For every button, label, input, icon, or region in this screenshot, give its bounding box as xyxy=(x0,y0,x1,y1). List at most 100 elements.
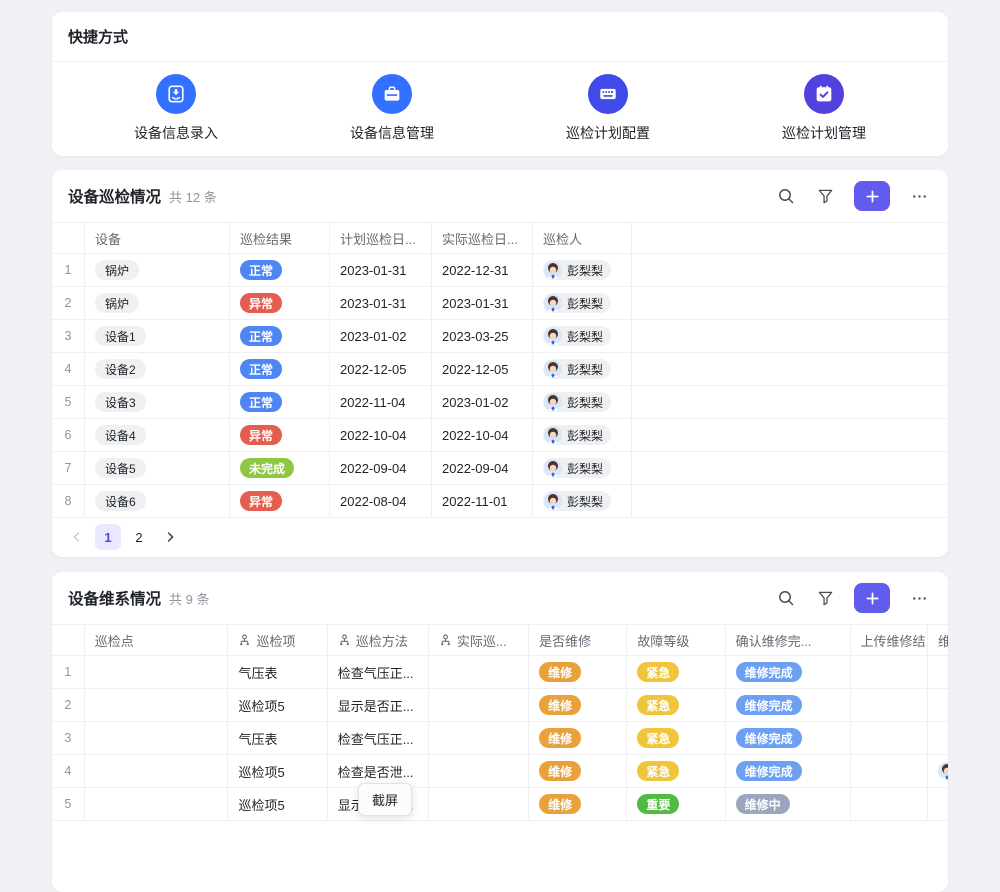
cell-point[interactable] xyxy=(85,656,229,688)
col-header-index[interactable] xyxy=(52,223,85,253)
row-number[interactable]: 5 xyxy=(52,788,85,820)
cell-plan-date[interactable]: 2023-01-02 xyxy=(330,320,432,352)
table-row[interactable]: 3 设备1 正常 2023-01-02 2023-03-25 xyxy=(52,320,948,353)
more-icon[interactable] xyxy=(906,183,932,209)
cell-item[interactable]: 气压表 xyxy=(228,656,327,688)
table-row[interactable]: 2 锅炉 异常 2023-01-31 2023-01-31 xyxy=(52,287,948,320)
cell-actual[interactable] xyxy=(429,722,529,754)
search-icon[interactable] xyxy=(773,183,799,209)
col-header-index[interactable] xyxy=(52,625,85,655)
add-record-button[interactable] xyxy=(854,583,890,613)
row-number[interactable]: 3 xyxy=(52,320,85,352)
cell-actual-date[interactable]: 2022-12-31 xyxy=(432,254,533,286)
cell-plan-date[interactable]: 2022-08-04 xyxy=(330,485,432,517)
row-number[interactable]: 1 xyxy=(52,656,85,688)
shortcut-plan-manage[interactable]: 巡检计划管理 xyxy=(716,74,932,143)
cell-upload[interactable] xyxy=(851,788,928,820)
pagination-next-icon[interactable] xyxy=(157,524,183,550)
col-header-point[interactable]: 巡检点 xyxy=(85,625,229,655)
cell-result[interactable]: 正常 xyxy=(230,353,330,385)
cell-method[interactable]: 检查气压正... xyxy=(328,722,429,754)
cell-person[interactable]: 彭梨梨 xyxy=(533,485,632,517)
cell-point[interactable] xyxy=(85,755,229,787)
cell-repair[interactable]: 维修 xyxy=(529,656,627,688)
cell-repair[interactable]: 维修 xyxy=(529,722,627,754)
pagination-prev-icon[interactable] xyxy=(64,524,90,550)
col-header-clipped[interactable]: 维 xyxy=(928,625,948,655)
cell-result[interactable]: 正常 xyxy=(230,386,330,418)
cell-actual[interactable] xyxy=(429,689,529,721)
table-row[interactable]: 6 设备4 异常 2022-10-04 2022-10-04 xyxy=(52,419,948,452)
row-number[interactable]: 4 xyxy=(52,353,85,385)
row-number[interactable]: 7 xyxy=(52,452,85,484)
cell-item[interactable]: 巡检项5 xyxy=(228,788,327,820)
cell-result[interactable]: 正常 xyxy=(230,320,330,352)
cell-actual-date[interactable]: 2022-10-04 xyxy=(432,419,533,451)
cell-item[interactable]: 气压表 xyxy=(228,722,327,754)
cell-point[interactable] xyxy=(85,689,229,721)
cell-method[interactable]: 检查气压正... xyxy=(328,656,429,688)
col-header-plan-date[interactable]: 计划巡检日... xyxy=(330,223,432,253)
table-row[interactable]: 3 气压表 检查气压正... 维修 紧急 xyxy=(52,722,948,755)
cell-actual-date[interactable]: 2023-01-31 xyxy=(432,287,533,319)
table-row[interactable]: 4 巡检项5 检查是否泄... 维修 紧急 xyxy=(52,755,948,788)
row-number[interactable]: 4 xyxy=(52,755,85,787)
table-row[interactable]: 1 气压表 检查气压正... 维修 紧急 xyxy=(52,656,948,689)
search-icon[interactable] xyxy=(773,585,799,611)
table-row[interactable]: 5 设备3 正常 2022-11-04 2023-01-02 xyxy=(52,386,948,419)
cell-upload[interactable] xyxy=(851,755,928,787)
cell-level[interactable]: 重要 xyxy=(627,788,725,820)
cell-device[interactable]: 设备1 xyxy=(85,320,230,352)
cell-actual[interactable] xyxy=(429,755,529,787)
cell-upload[interactable] xyxy=(851,656,928,688)
row-number[interactable]: 6 xyxy=(52,419,85,451)
cell-actual-date[interactable]: 2022-12-05 xyxy=(432,353,533,385)
pagination-page-2[interactable]: 2 xyxy=(126,524,152,550)
col-header-result[interactable]: 巡检结果 xyxy=(230,223,330,253)
more-icon[interactable] xyxy=(906,585,932,611)
cell-confirm[interactable]: 维修中 xyxy=(726,788,851,820)
cell-confirm[interactable]: 维修完成 xyxy=(726,755,851,787)
table-row[interactable]: 7 设备5 未完成 2022-09-04 2022-09-04 xyxy=(52,452,948,485)
cell-clipped[interactable] xyxy=(928,689,948,721)
cell-device[interactable]: 设备4 xyxy=(85,419,230,451)
cell-result[interactable]: 异常 xyxy=(230,419,330,451)
cell-repair[interactable]: 维修 xyxy=(529,788,627,820)
cell-confirm[interactable]: 维修完成 xyxy=(726,689,851,721)
cell-actual[interactable] xyxy=(429,788,529,820)
cell-clipped[interactable] xyxy=(928,722,948,754)
shortcut-device-entry[interactable]: 设备信息录入 xyxy=(68,74,284,143)
shortcut-device-manage[interactable]: 设备信息管理 xyxy=(284,74,500,143)
cell-device[interactable]: 设备3 xyxy=(85,386,230,418)
cell-person[interactable]: 彭梨梨 xyxy=(533,353,632,385)
col-header-actual[interactable]: 实际巡... xyxy=(429,625,529,655)
cell-device[interactable]: 设备2 xyxy=(85,353,230,385)
cell-actual-date[interactable]: 2023-01-02 xyxy=(432,386,533,418)
cell-device[interactable]: 设备5 xyxy=(85,452,230,484)
col-header-device[interactable]: 设备 xyxy=(85,223,230,253)
cell-result[interactable]: 未完成 xyxy=(230,452,330,484)
cell-plan-date[interactable]: 2023-01-31 xyxy=(330,287,432,319)
cell-actual-date[interactable]: 2023-03-25 xyxy=(432,320,533,352)
cell-actual-date[interactable]: 2022-11-01 xyxy=(432,485,533,517)
cell-level[interactable]: 紧急 xyxy=(627,656,725,688)
cell-actual[interactable] xyxy=(429,656,529,688)
cell-device[interactable]: 锅炉 xyxy=(85,254,230,286)
cell-point[interactable] xyxy=(85,722,229,754)
cell-result[interactable]: 异常 xyxy=(230,287,330,319)
cell-plan-date[interactable]: 2022-11-04 xyxy=(330,386,432,418)
table-row[interactable]: 5 巡检项5 显示是否正... 维修 重要 xyxy=(52,788,948,821)
cell-level[interactable]: 紧急 xyxy=(627,755,725,787)
shortcut-plan-config[interactable]: 巡检计划配置 xyxy=(500,74,716,143)
cell-clipped[interactable] xyxy=(928,788,948,820)
row-number[interactable]: 3 xyxy=(52,722,85,754)
cell-person[interactable]: 彭梨梨 xyxy=(533,386,632,418)
col-header-item[interactable]: 巡检项 xyxy=(228,625,327,655)
col-header-method[interactable]: 巡检方法 xyxy=(328,625,429,655)
pagination-page-1[interactable]: 1 xyxy=(95,524,121,550)
cell-result[interactable]: 异常 xyxy=(230,485,330,517)
cell-person[interactable]: 彭梨梨 xyxy=(533,320,632,352)
cell-plan-date[interactable]: 2023-01-31 xyxy=(330,254,432,286)
cell-plan-date[interactable]: 2022-09-04 xyxy=(330,452,432,484)
row-number[interactable]: 2 xyxy=(52,689,85,721)
